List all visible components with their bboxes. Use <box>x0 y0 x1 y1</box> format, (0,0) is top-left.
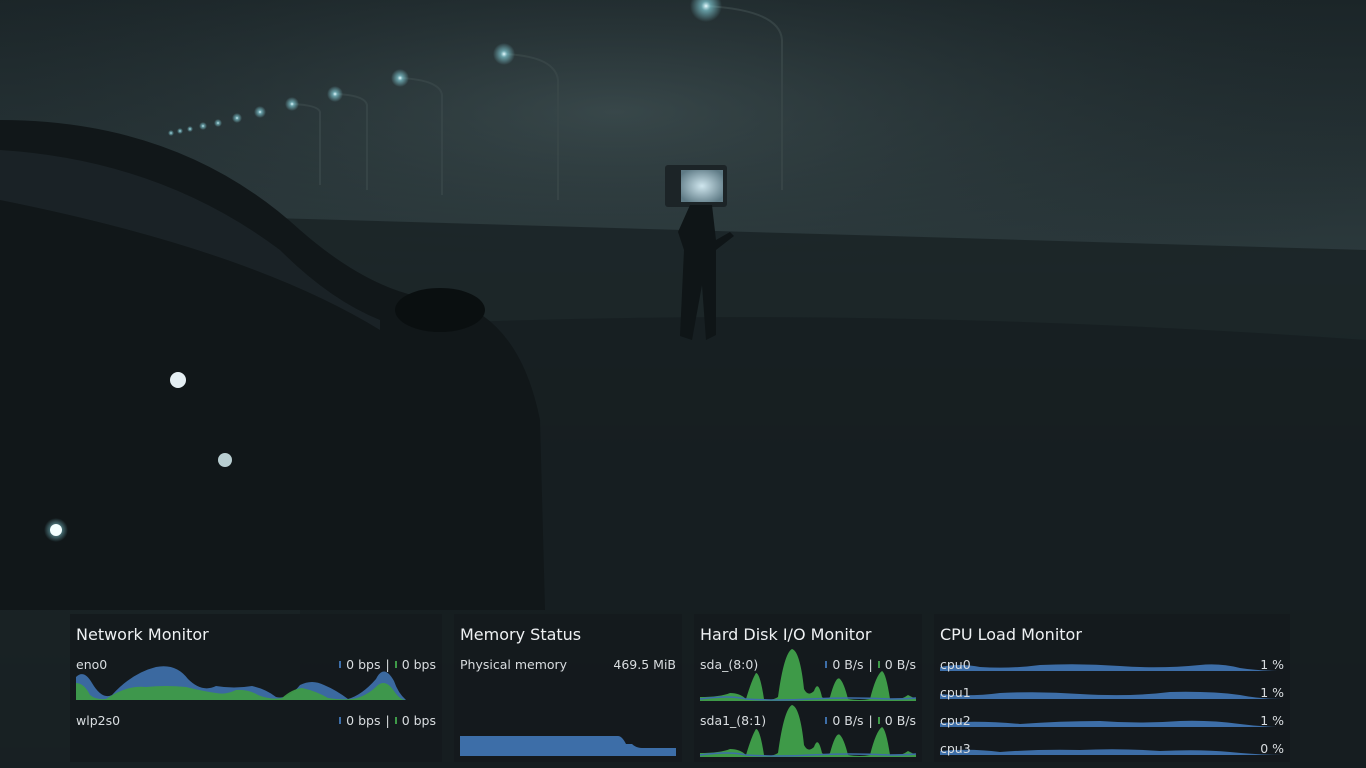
rate-separator: | <box>868 657 873 672</box>
interface-name-eno0: eno0 <box>76 657 108 672</box>
sda-read-rate: 0 B/s <box>832 657 864 672</box>
sda-write-rate: 0 B/s <box>884 657 916 672</box>
network-monitor-title: Network Monitor <box>76 625 209 644</box>
sda1-rates: 0 B/s | 0 B/s <box>825 713 916 728</box>
wlp2s0-download-rate: 0 bps <box>346 713 381 728</box>
write-legend-marker <box>877 717 880 724</box>
wlp2s0-upload-rate: 0 bps <box>401 713 436 728</box>
upload-legend-marker <box>394 717 397 724</box>
network-monitor-widget[interactable]: Network Monitor eno0 0 bps | 0 bps wlp2s0 … <box>70 614 442 762</box>
cpu-core-name-cpu3: cpu3 <box>940 741 971 756</box>
cpu-core-name-cpu1: cpu1 <box>940 685 971 700</box>
interface-name-wlp2s0: wlp2s0 <box>76 713 121 728</box>
physical-memory-label: Physical memory <box>460 657 568 672</box>
disk-name-sda: sda_(8:0) <box>700 657 759 672</box>
disk-io-monitor-widget[interactable]: Hard Disk I/O Monitor sda_(8:0) 0 B/s | 0 … <box>694 614 922 762</box>
cpu1-load-graph <box>940 691 1284 699</box>
download-legend-marker <box>339 717 342 724</box>
eno0-download-rate: 0 bps <box>346 657 381 672</box>
memory-status-title: Memory Status <box>460 625 582 644</box>
cpu0-load-value: 1 % <box>1260 657 1284 672</box>
sda1-write-rate: 0 B/s <box>884 713 916 728</box>
cpu-load-monitor-widget[interactable]: CPU Load Monitor cpu0 1 % cpu1 1 % cpu2 … <box>934 614 1290 762</box>
eno0-rates: 0 bps | 0 bps <box>339 657 436 672</box>
rate-separator: | <box>385 657 390 672</box>
cpu3-load-graph <box>940 749 1284 755</box>
eno0-upload-rate: 0 bps <box>401 657 436 672</box>
cpu-core-name-cpu2: cpu2 <box>940 713 971 728</box>
rate-separator: | <box>868 713 873 728</box>
upload-legend-marker <box>394 661 397 668</box>
cpu0-load-graph <box>940 664 1284 671</box>
read-legend-marker <box>825 661 828 668</box>
disk-io-monitor-title: Hard Disk I/O Monitor <box>700 625 872 644</box>
download-legend-marker <box>339 661 342 668</box>
cpu2-load-graph <box>940 720 1284 727</box>
rate-separator: | <box>385 713 390 728</box>
write-legend-marker <box>877 661 880 668</box>
cpu1-load-value: 1 % <box>1260 685 1284 700</box>
sda1-read-rate: 0 B/s <box>832 713 864 728</box>
memory-status-widget[interactable]: Memory Status Physical memory 469.5 MiB <box>454 614 682 762</box>
memory-usage-graph <box>460 736 676 756</box>
disk-name-sda1: sda1_(8:1) <box>700 713 767 728</box>
physical-memory-value: 469.5 MiB <box>613 657 676 672</box>
sda-rates: 0 B/s | 0 B/s <box>825 657 916 672</box>
cpu-load-monitor-title: CPU Load Monitor <box>940 625 1082 644</box>
wlp2s0-rates: 0 bps | 0 bps <box>339 713 436 728</box>
cpu3-load-value: 0 % <box>1260 741 1284 756</box>
read-legend-marker <box>825 717 828 724</box>
cpu-core-name-cpu0: cpu0 <box>940 657 971 672</box>
cpu2-load-value: 1 % <box>1260 713 1284 728</box>
